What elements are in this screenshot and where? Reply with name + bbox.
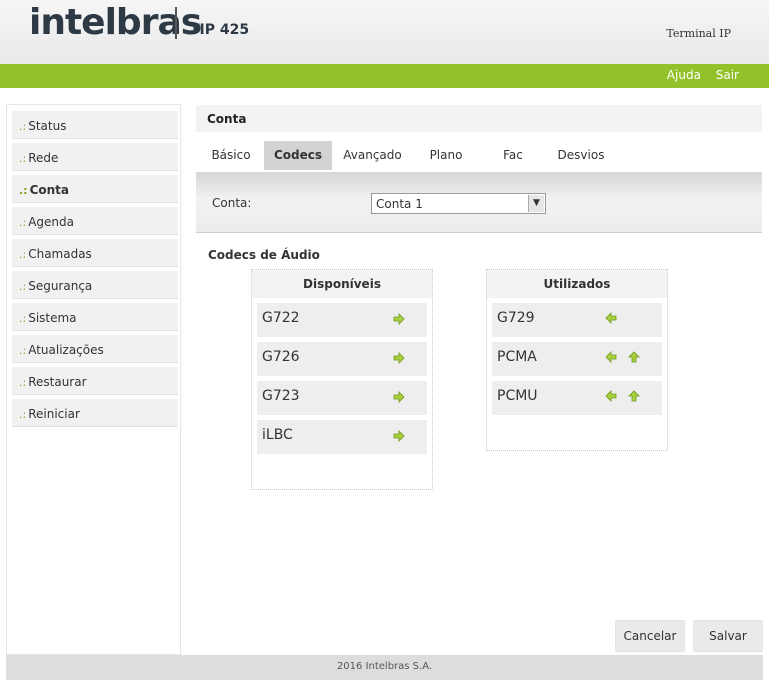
tab-fac[interactable]: Fac: [481, 141, 545, 170]
audio-codecs-title: Codecs de Áudio: [208, 248, 320, 262]
codec-name: G729: [497, 310, 535, 326]
arrow-right-icon[interactable]: [392, 351, 406, 365]
arrow-left-icon[interactable]: [604, 389, 618, 403]
codec-name: PCMU: [497, 388, 538, 404]
arrow-up-icon[interactable]: [627, 389, 641, 403]
bullet-icon: .:: [19, 248, 27, 261]
account-label: Conta:: [212, 196, 252, 210]
available-codecs-title: Disponíveis: [252, 270, 432, 298]
footer: 2016 Intelbras S.A.: [6, 655, 763, 680]
bullet-icon: .:: [19, 216, 27, 229]
account-select[interactable]: Conta 1 ▼: [371, 193, 546, 214]
codec-name: G726: [262, 349, 300, 365]
page-title: Conta: [196, 105, 762, 132]
bullet-icon: .:: [19, 184, 28, 197]
tab-plano[interactable]: Plano: [413, 141, 479, 170]
sidebar-item-label: Restaurar: [28, 375, 87, 389]
sidebar-item-reiniciar[interactable]: .: Reiniciar: [12, 399, 178, 427]
bullet-icon: .:: [19, 312, 27, 325]
tab-codecs[interactable]: Codecs: [264, 141, 332, 170]
sidebar-item-status[interactable]: .: Status: [12, 111, 178, 139]
header: intelbras TIP 425 Terminal IP: [0, 0, 769, 64]
sidebar-item-chamadas[interactable]: .: Chamadas: [12, 239, 178, 267]
arrow-right-icon[interactable]: [392, 390, 406, 404]
bullet-icon: .:: [19, 408, 27, 421]
sidebar-item-label: Chamadas: [28, 247, 92, 261]
help-link[interactable]: Ajuda: [667, 68, 701, 82]
sidebar-item-label: Sistema: [28, 311, 77, 325]
tab-desvios[interactable]: Desvios: [547, 141, 615, 170]
bullet-icon: .:: [19, 376, 27, 389]
tab-avancado[interactable]: Avançado: [334, 141, 411, 170]
account-select-value: Conta 1: [376, 197, 423, 211]
arrow-right-icon[interactable]: [392, 429, 406, 443]
tab-basico[interactable]: Básico: [200, 141, 262, 170]
arrow-left-icon[interactable]: [604, 311, 618, 325]
sidebar-item-atualizacoes[interactable]: .: Atualizações: [12, 335, 178, 363]
sidebar-item-rede[interactable]: .: Rede: [12, 143, 178, 171]
sidebar-item-label: Conta: [29, 183, 70, 197]
chevron-down-icon[interactable]: ▼: [528, 195, 544, 212]
top-nav-bar: [0, 64, 769, 88]
bullet-icon: .:: [19, 280, 27, 293]
sidebar-item-restaurar[interactable]: .: Restaurar: [12, 367, 178, 395]
save-button[interactable]: Salvar: [693, 620, 763, 652]
bullet-icon: .:: [19, 152, 27, 165]
arrow-left-icon[interactable]: [604, 350, 618, 364]
codec-name: PCMA: [497, 349, 537, 365]
bullet-icon: .:: [19, 120, 27, 133]
sidebar-item-label: Segurança: [28, 279, 93, 293]
sidebar-item-label: Agenda: [28, 215, 74, 229]
sidebar-item-label: Status: [28, 119, 67, 133]
codec-name: iLBC: [262, 427, 293, 443]
used-codecs-title: Utilizados: [487, 270, 667, 298]
sidebar: .: Status .: Rede .: Conta .: Agenda .: Chama…: [6, 104, 181, 655]
codec-item-g729[interactable]: G729: [492, 303, 662, 337]
sidebar-item-conta[interactable]: .: Conta: [12, 175, 178, 203]
logo-divider: [175, 7, 177, 39]
logout-link[interactable]: Sair: [716, 68, 739, 82]
sidebar-item-label: Rede: [28, 151, 59, 165]
cancel-button[interactable]: Cancelar: [615, 620, 685, 652]
sidebar-item-seguranca[interactable]: .: Segurança: [12, 271, 178, 299]
bullet-icon: .:: [19, 344, 27, 357]
codec-name: G723: [262, 388, 300, 404]
codec-name: G722: [262, 310, 300, 326]
arrow-up-icon[interactable]: [627, 350, 641, 364]
sidebar-item-label: Atualizações: [28, 343, 104, 357]
device-model: TIP 425: [190, 22, 250, 38]
device-label: Terminal IP: [666, 27, 731, 40]
arrow-right-icon[interactable]: [392, 312, 406, 326]
top-nav: Ajuda Sair: [656, 68, 739, 82]
sidebar-item-agenda[interactable]: .: Agenda: [12, 207, 178, 235]
sidebar-item-label: Reiniciar: [28, 407, 80, 421]
sidebar-item-sistema[interactable]: .: Sistema: [12, 303, 178, 331]
